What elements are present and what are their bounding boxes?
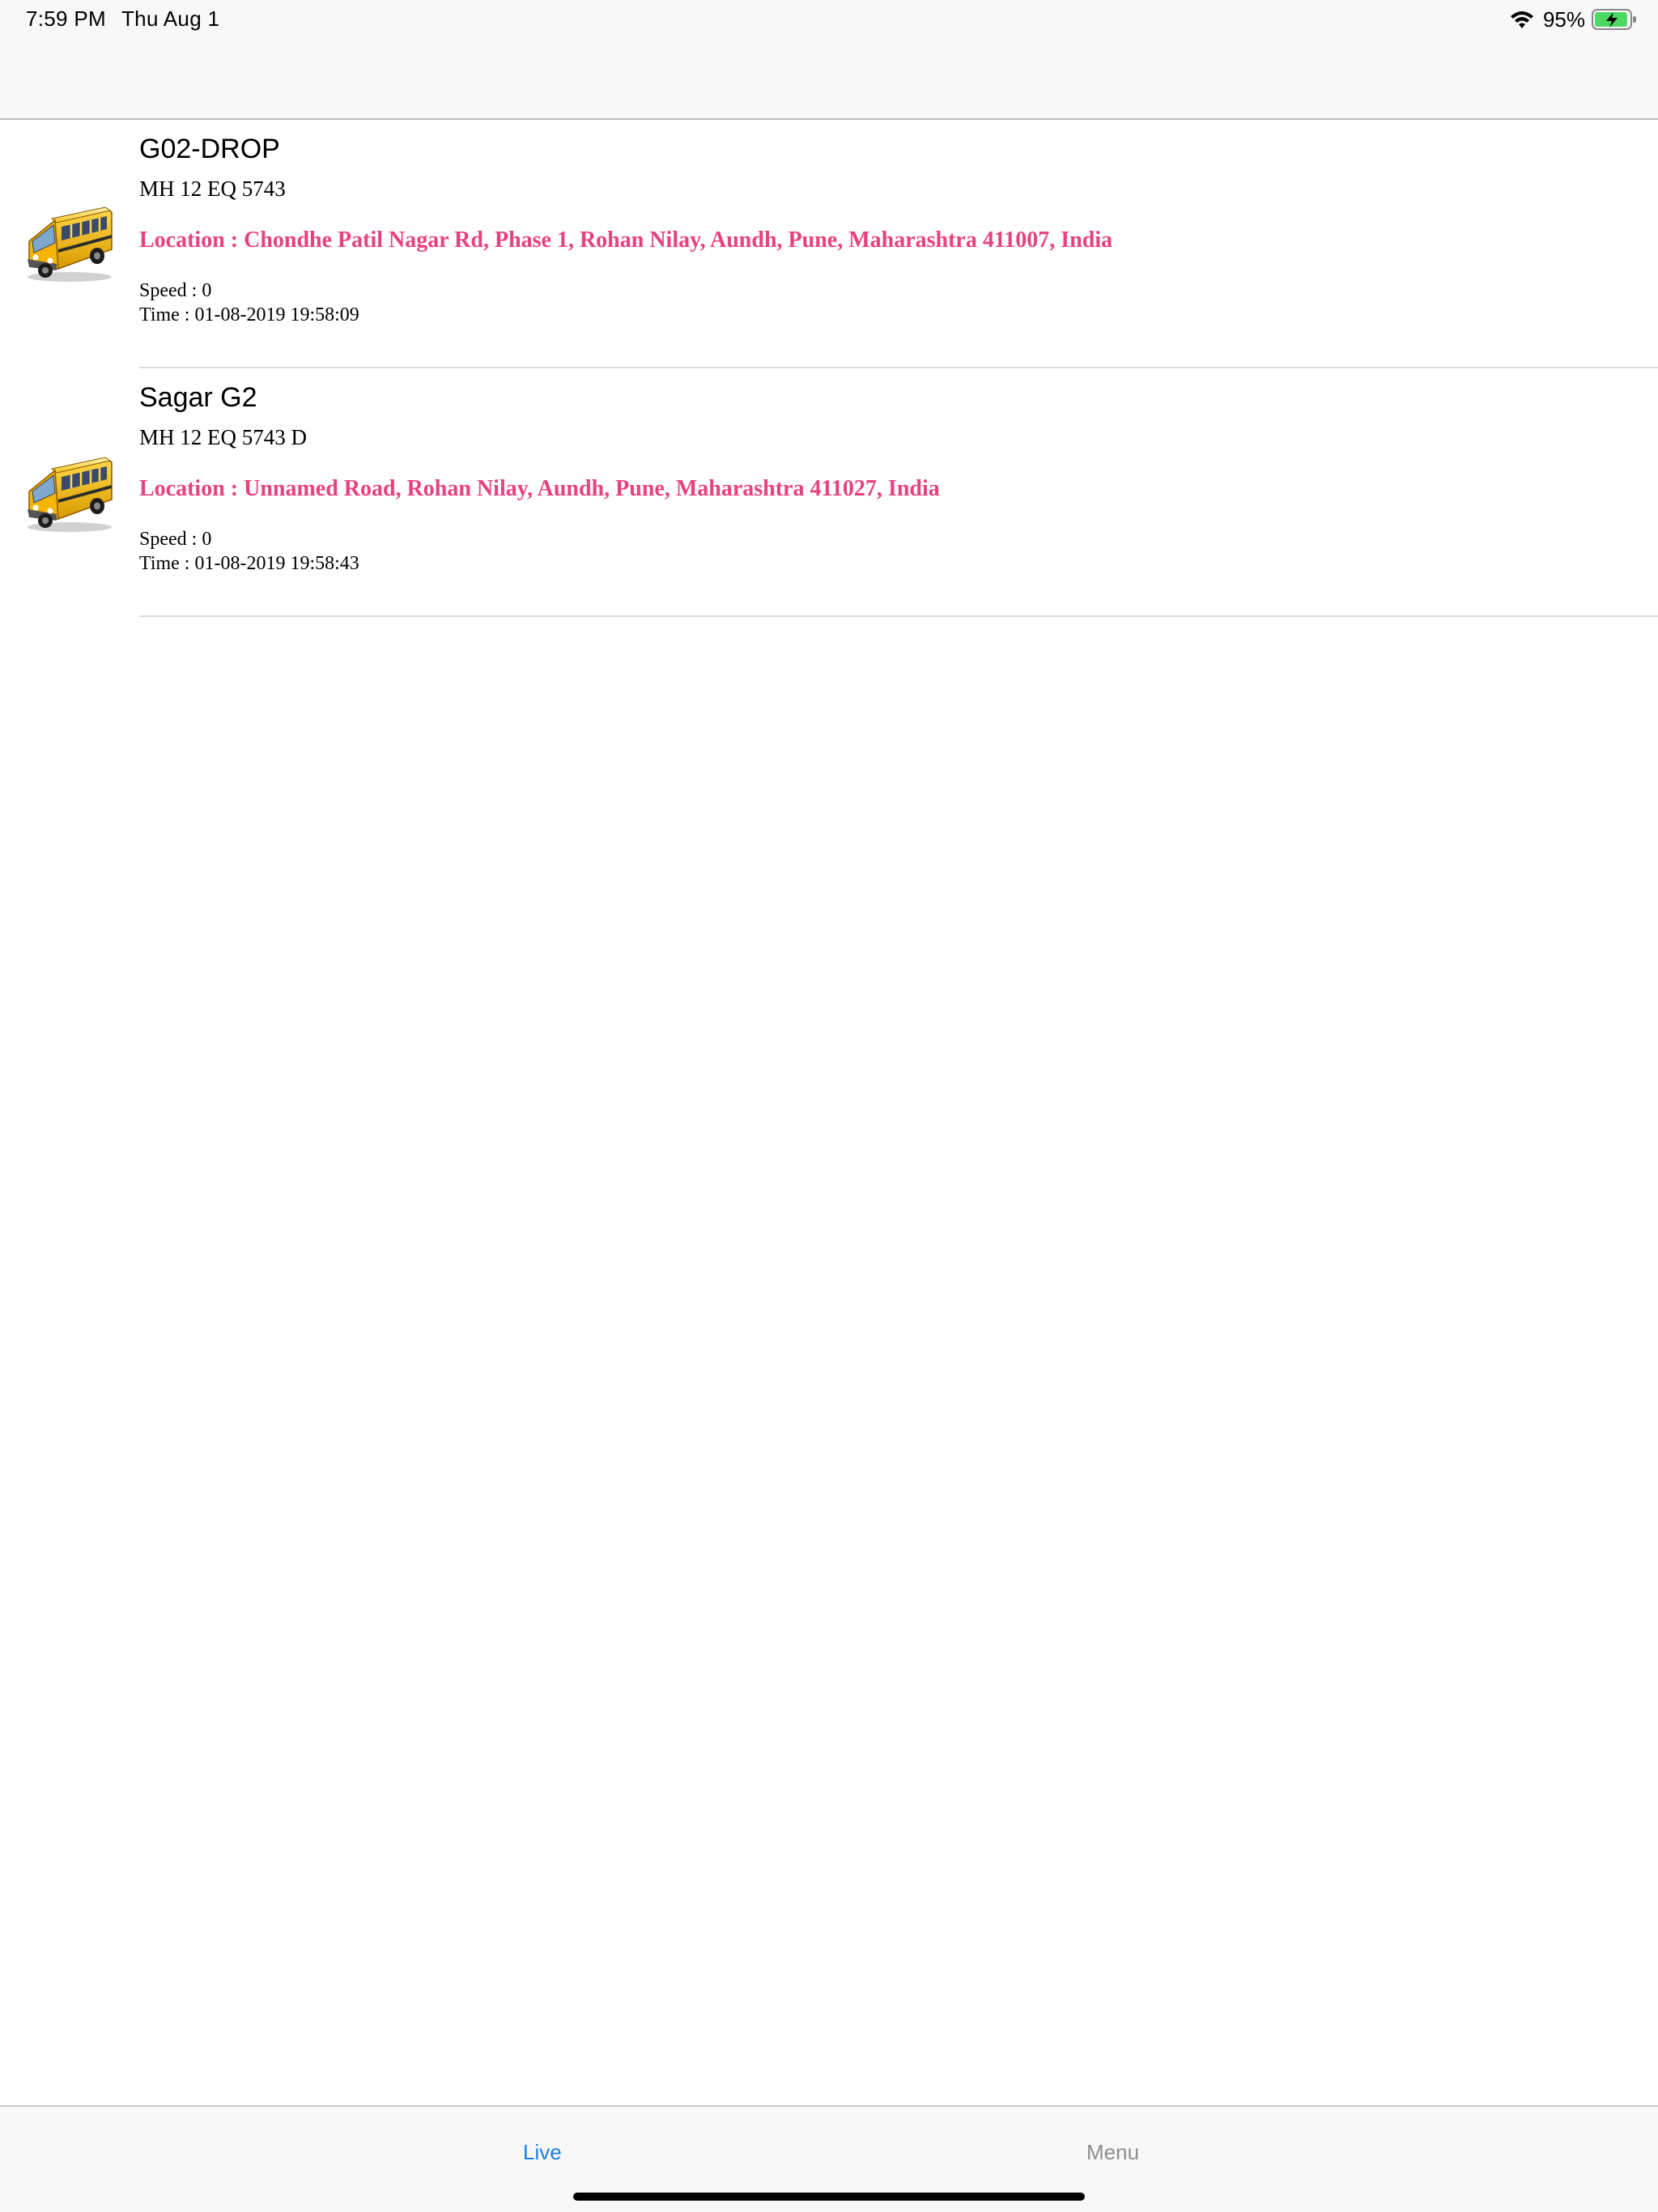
vehicle-row-content: G02-DROP MH 12 EQ 5743 Location : Chondh… [139, 120, 1658, 368]
vehicle-speed: Speed : 0 [139, 529, 212, 550]
tab-menu[interactable]: Menu [1086, 2139, 1139, 2165]
school-bus-icon [26, 206, 113, 283]
vehicle-list: G02-DROP MH 12 EQ 5743 Location : Chondh… [0, 120, 1658, 617]
wifi-icon [1510, 11, 1533, 28]
school-bus-icon [26, 456, 113, 534]
vehicle-name: G02-DROP [139, 134, 280, 164]
vehicle-location: Location : Chondhe Patil Nagar Rd, Phase… [139, 228, 1113, 253]
navigation-bar: 7:59 PM Thu Aug 1 95% [0, 0, 1658, 120]
battery-charging-icon [1592, 9, 1636, 30]
status-time: 7:59 PM [26, 6, 106, 31]
status-date: Thu Aug 1 [121, 6, 220, 31]
vehicle-registration: MH 12 EQ 5743 [139, 177, 286, 201]
vehicle-row[interactable]: G02-DROP MH 12 EQ 5743 Location : Chondh… [0, 120, 1658, 368]
tab-bar: Live Menu [0, 2105, 1658, 2212]
vehicle-location: Location : Unnamed Road, Rohan Nilay, Au… [139, 476, 940, 501]
vehicle-time: Time : 01-08-2019 19:58:09 [139, 304, 359, 325]
battery-percent: 95% [1542, 7, 1585, 32]
vehicle-name: Sagar G2 [139, 382, 257, 413]
vehicle-row-content: Sagar G2 MH 12 EQ 5743 D Location : Unna… [139, 368, 1658, 617]
vehicle-speed: Speed : 0 [139, 280, 212, 301]
tab-live[interactable]: Live [523, 2139, 562, 2165]
vehicle-row[interactable]: Sagar G2 MH 12 EQ 5743 D Location : Unna… [0, 368, 1658, 617]
status-indicators: 95% [1509, 6, 1637, 32]
vehicle-time: Time : 01-08-2019 19:58:43 [139, 553, 359, 574]
home-indicator[interactable] [573, 2193, 1085, 2201]
vehicle-registration: MH 12 EQ 5743 D [139, 425, 307, 449]
